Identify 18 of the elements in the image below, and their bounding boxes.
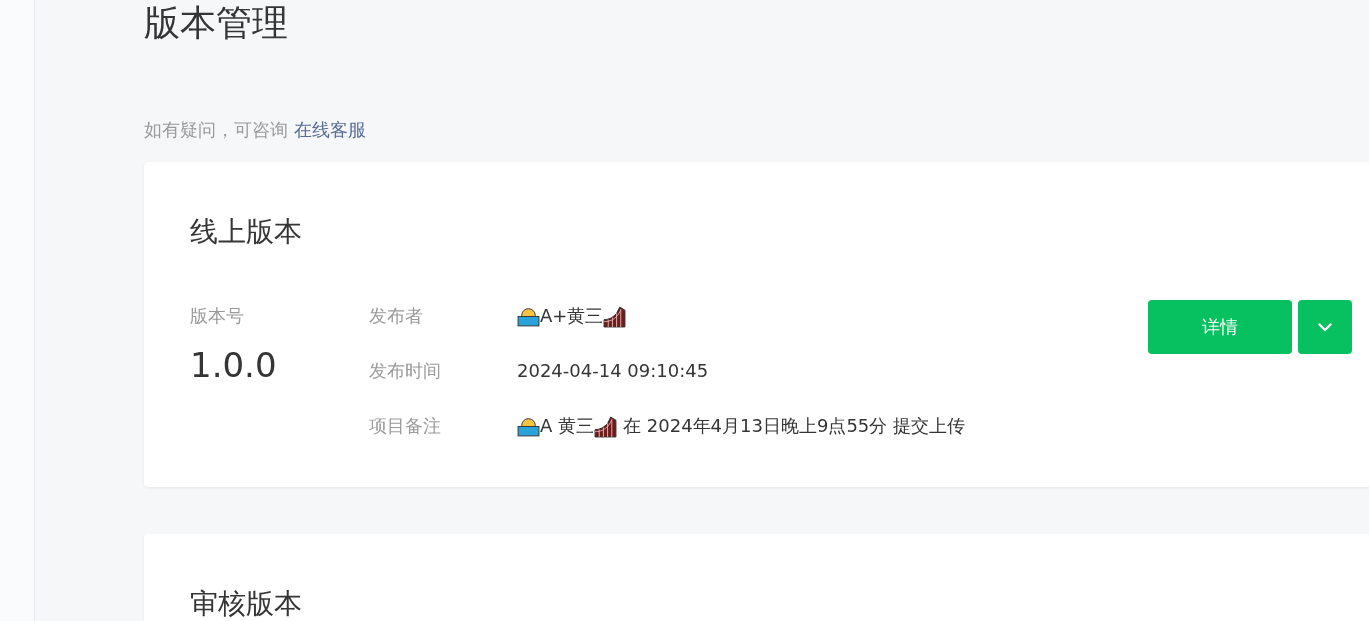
person-name: A 黄三 (540, 414, 595, 438)
card-title: 线上版本 (190, 214, 302, 250)
version-label: 版本号 (190, 304, 244, 328)
person-name: A+黄三 (540, 304, 604, 328)
field-label: 发布时间 (369, 359, 442, 383)
page-title: 版本管理 (144, 1, 288, 45)
help-text: 如有疑问，可咨询 (144, 118, 288, 142)
online-service-link[interactable]: 在线客服 (294, 117, 366, 143)
chevron-down-icon (1318, 322, 1332, 332)
field-label: 项目备注 (369, 414, 442, 438)
note-text: 在 2024年4月13日晚上9点55分 提交上传 (623, 414, 965, 438)
version-number: 1.0.0 (190, 345, 277, 385)
roller-coaster-icon (603, 304, 627, 328)
card-title: 审核版本 (190, 586, 302, 621)
field-label: 发布者 (369, 304, 424, 328)
dropdown-button[interactable] (1298, 300, 1352, 354)
roller-coaster-icon (594, 414, 618, 438)
field-value: 2024-04-14 09:10:45 (517, 359, 709, 383)
